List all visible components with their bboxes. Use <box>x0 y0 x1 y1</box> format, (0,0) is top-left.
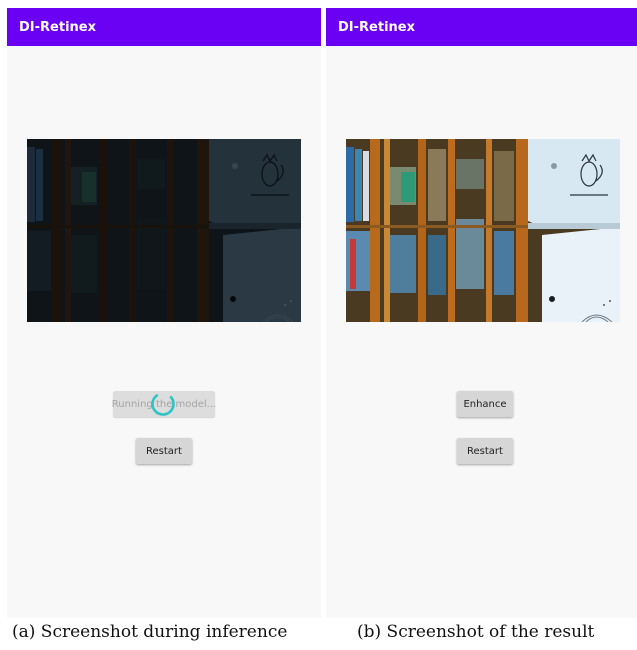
enhance-button[interactable]: Enhance <box>457 391 513 417</box>
progress-spinner-icon <box>151 392 175 416</box>
caption-result: (b) Screenshot of the result <box>357 622 595 642</box>
restart-button[interactable]: Restart <box>457 438 513 464</box>
caption-inference: (a) Screenshot during inference <box>12 622 288 642</box>
app-title: DI-Retinex <box>19 19 96 35</box>
enhanced-photo-image <box>346 139 620 322</box>
app-bar: DI-Retinex <box>326 8 637 46</box>
enhanced-photo <box>346 139 620 322</box>
restart-label: Restart <box>146 445 182 457</box>
app-bar: DI-Retinex <box>7 8 321 46</box>
enhance-label: Enhance <box>463 398 507 410</box>
input-photo <box>27 139 301 322</box>
screenshot-panel-result: DI-Retinex Enhance Restart <box>326 8 637 618</box>
dark-photo-image <box>27 139 301 322</box>
screenshot-panel-inference: DI-Retinex Running the model... Restart <box>7 8 321 618</box>
app-title: DI-Retinex <box>338 19 415 35</box>
restart-button[interactable]: Restart <box>136 438 192 464</box>
restart-label: Restart <box>467 445 503 457</box>
